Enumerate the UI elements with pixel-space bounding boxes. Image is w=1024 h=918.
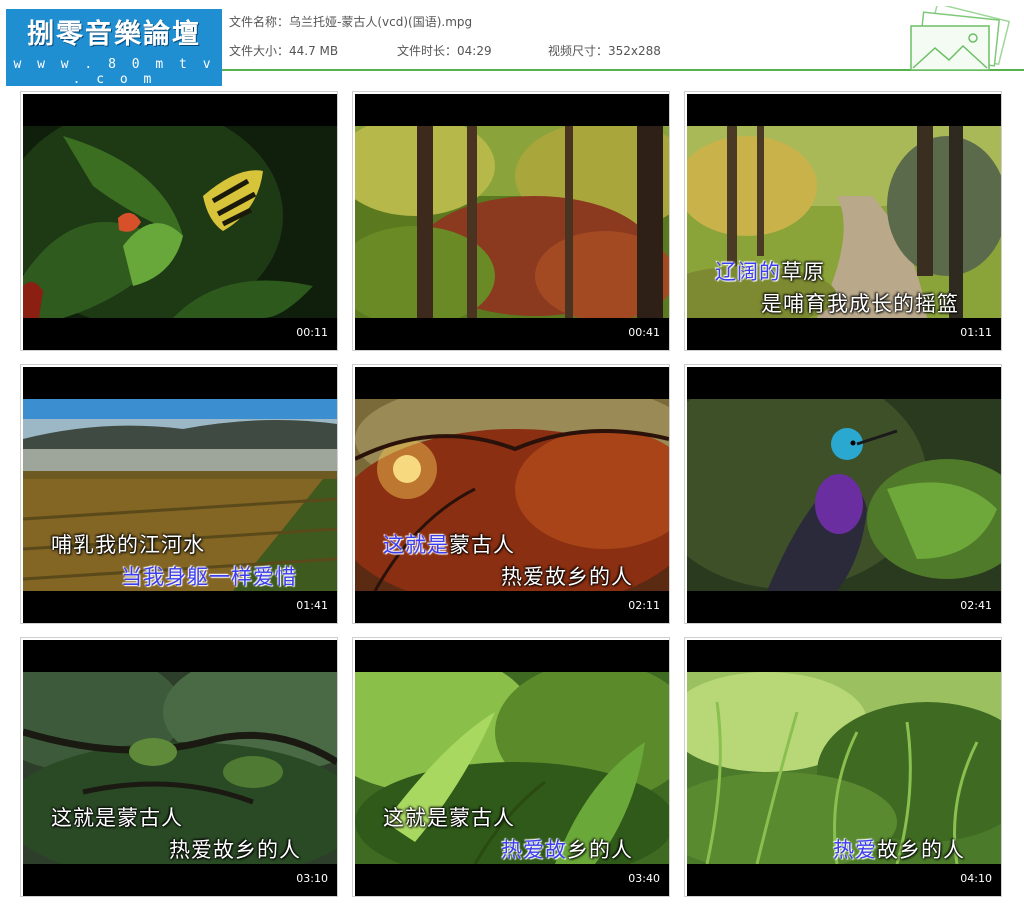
lyric-line: 辽阔的草原 <box>715 260 825 284</box>
lyric-text: 这就是蒙古人 <box>383 806 515 830</box>
lyric-line: 这就是蒙古人 <box>51 806 183 830</box>
frame-image <box>687 672 1001 864</box>
timestamp-label: 00:11 <box>296 326 328 339</box>
timestamp-label: 02:11 <box>628 599 660 612</box>
video-frame: 这就是蒙古人热爱故乡的人 03:10 <box>23 640 337 896</box>
lyric-highlight: 这就是 <box>383 533 449 557</box>
logo-title: 捌零音樂論壇 <box>27 19 201 50</box>
frame-image <box>355 672 669 864</box>
lyric-text: 故乡的人 <box>877 838 965 862</box>
lyric-highlight: 当我身躯一样爱惜 <box>121 565 297 589</box>
video-thumbnail[interactable]: 这就是蒙古人热爱故乡的人 02:11 <box>352 364 670 624</box>
lyric-highlight: 热爱故 <box>501 838 567 862</box>
lyric-text: 蒙古人 <box>449 533 515 557</box>
logo-url: w w w . 8 0 m t v . c o m <box>13 57 215 87</box>
video-thumbnail[interactable]: 辽阔的草原是哺育我成长的摇篮 01:11 <box>684 91 1002 351</box>
lyric-line: 哺乳我的江河水 <box>51 533 205 557</box>
frame-image <box>23 399 337 591</box>
lyric-highlight: 辽阔的 <box>715 260 781 284</box>
video-frame: 这就是蒙古人热爱故乡的人 02:11 <box>355 367 669 623</box>
frame-image <box>23 672 337 864</box>
duration-label: 文件时长：04:29 <box>397 44 492 58</box>
video-thumbnail[interactable]: 哺乳我的江河水当我身躯一样爱惜 01:41 <box>20 364 338 624</box>
timestamp-label: 02:41 <box>960 599 992 612</box>
timestamp-label: 04:10 <box>960 872 992 885</box>
timestamp-label: 01:11 <box>960 326 992 339</box>
frame-image <box>355 399 669 591</box>
lyric-line: 热爱故乡的人 <box>169 838 301 862</box>
timestamp-label: 03:10 <box>296 872 328 885</box>
lyric-text: 乡的人 <box>567 838 633 862</box>
lyric-line: 当我身躯一样爱惜 <box>121 565 297 589</box>
lyric-highlight: 热爱 <box>833 838 877 862</box>
video-thumbnail[interactable]: 这就是蒙古人热爱故乡的人 03:40 <box>352 637 670 897</box>
video-frame: 热爱故乡的人 04:10 <box>687 640 1001 896</box>
video-frame: 辽阔的草原是哺育我成长的摇篮 01:11 <box>687 94 1001 350</box>
video-thumbnail[interactable]: 02:41 <box>684 364 1002 624</box>
video-frame: 02:41 <box>687 367 1001 623</box>
lyric-line: 热爱故乡的人 <box>501 565 633 589</box>
lyric-line: 这就是蒙古人 <box>383 806 515 830</box>
file-size-label: 文件大小：44.7 MB <box>229 44 339 58</box>
timestamp-label: 03:40 <box>628 872 660 885</box>
lyric-text: 是哺育我成长的摇篮 <box>761 292 959 316</box>
video-thumbnail[interactable]: 这就是蒙古人热爱故乡的人 03:10 <box>20 637 338 897</box>
lyric-text: 草原 <box>781 260 825 284</box>
site-logo: 捌零音樂論壇 w w w . 8 0 m t v . c o m <box>6 9 222 87</box>
lyric-line: 是哺育我成长的摇篮 <box>761 292 959 316</box>
frame-image <box>355 126 669 318</box>
lyric-line: 热爱故乡的人 <box>501 838 633 862</box>
dimensions-label: 视频尺寸：352x288 <box>548 44 661 58</box>
file-name-label: 文件名称：乌兰托娅-蒙古人(vcd)(国语).mpg <box>229 15 473 29</box>
video-frame: 00:11 <box>23 94 337 350</box>
frame-image <box>687 126 1001 318</box>
video-frame: 00:41 <box>355 94 669 350</box>
video-frame: 这就是蒙古人热爱故乡的人 03:40 <box>355 640 669 896</box>
video-thumbnail[interactable]: 00:11 <box>20 91 338 351</box>
frame-image <box>687 399 1001 591</box>
lyric-line: 热爱故乡的人 <box>833 838 965 862</box>
lyric-text: 哺乳我的江河水 <box>51 533 205 557</box>
video-thumbnail[interactable]: 00:41 <box>352 91 670 351</box>
header-divider <box>222 69 1024 71</box>
lyric-text: 热爱故乡的人 <box>169 838 301 862</box>
lyric-text: 热爱故乡的人 <box>501 565 633 589</box>
photo-stack-icon <box>910 6 1011 71</box>
video-frame: 哺乳我的江河水当我身躯一样爱惜 01:41 <box>23 367 337 623</box>
timestamp-label: 01:41 <box>296 599 328 612</box>
timestamp-label: 00:41 <box>628 326 660 339</box>
frame-image <box>23 126 337 318</box>
lyric-line: 这就是蒙古人 <box>383 533 515 557</box>
video-thumbnail[interactable]: 热爱故乡的人 04:10 <box>684 637 1002 897</box>
lyric-text: 这就是蒙古人 <box>51 806 183 830</box>
